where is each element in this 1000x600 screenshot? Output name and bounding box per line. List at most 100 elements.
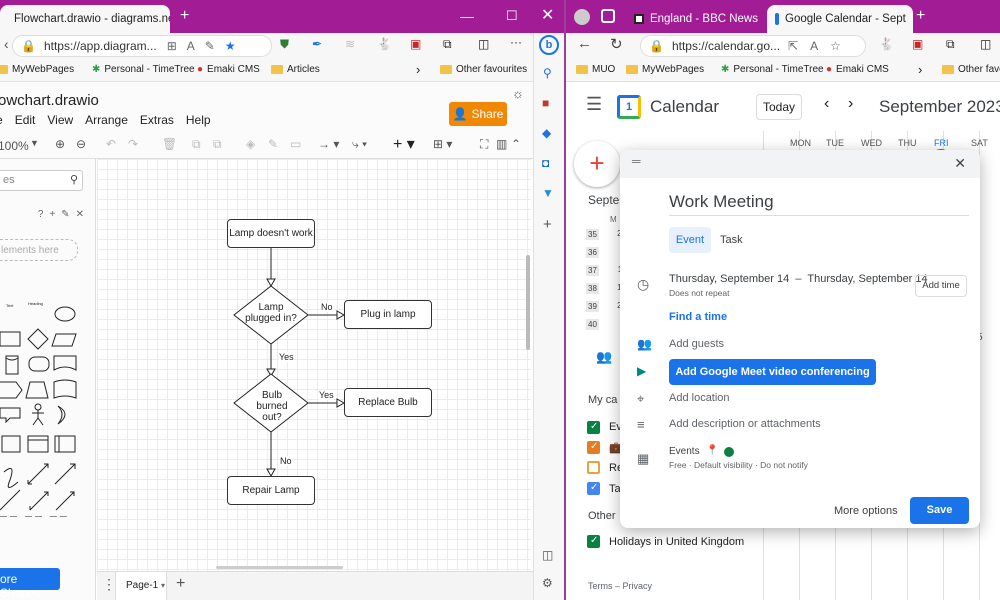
back-arrow-icon[interactable]: ← xyxy=(577,35,592,52)
calendar-color-dot[interactable] xyxy=(724,447,734,457)
url-field[interactable]: 🔒 https://calendar.go... ⇱ A ☆ xyxy=(640,35,866,57)
split-screen-icon[interactable]: ◫ xyxy=(980,37,991,51)
rabbit-icon[interactable]: 🐇 xyxy=(377,37,392,51)
event-title-input[interactable]: Work Meeting xyxy=(669,192,969,216)
pages-menu-icon[interactable]: ⋮ xyxy=(102,576,116,593)
flow-end[interactable]: Repair Lamp xyxy=(227,476,315,505)
close-icon[interactable]: ✕ xyxy=(76,209,84,220)
calendar-select[interactable]: Events xyxy=(669,446,700,457)
add-location-field[interactable]: Add location xyxy=(669,392,730,404)
edit-icon[interactable]: ✎ xyxy=(205,39,215,53)
favorite-star-icon[interactable]: ☆ xyxy=(830,39,841,53)
add-page-icon[interactable]: + xyxy=(176,575,185,593)
fullscreen-icon[interactable]: ⛶ xyxy=(480,137,488,152)
theme-icon[interactable]: ☼ xyxy=(512,86,524,101)
horizontal-scrollbar[interactable] xyxy=(216,566,343,569)
shape-search-input[interactable]: es ⚲ xyxy=(0,170,83,191)
url-field[interactable]: 🔒 https://app.diagram... ⊞ A ✎ ★ xyxy=(12,35,272,57)
search-people-icon[interactable]: 👥 xyxy=(596,349,612,365)
event-date-range[interactable]: Thursday, September 14 – Thursday, Septe… xyxy=(669,273,928,285)
edit-icon[interactable]: ✎ xyxy=(61,209,69,220)
puzzle-icon[interactable]: ⧉ xyxy=(443,37,452,52)
fill-color-icon[interactable]: ◈ xyxy=(246,137,255,151)
bing-icon[interactable]: b xyxy=(539,35,559,55)
menu-help[interactable]: Help xyxy=(186,113,211,127)
new-tab-icon[interactable]: + xyxy=(916,6,925,26)
maximize-icon[interactable]: ☐ xyxy=(506,6,518,26)
find-a-time-link[interactable]: Find a time xyxy=(669,311,727,323)
main-menu-icon[interactable]: ☰ xyxy=(586,94,602,115)
bookmark-muo[interactable]: MUO xyxy=(576,64,615,75)
bookmark-other[interactable]: Other favourites xyxy=(440,64,527,75)
open-app-icon[interactable]: ⇱ xyxy=(788,39,798,53)
shopping-icon[interactable]: ■ xyxy=(542,96,549,110)
dialog-drag-bar[interactable]: ═ ✕ xyxy=(620,150,980,178)
split-screen-icon[interactable]: ◫ xyxy=(478,37,489,51)
bookmark-other[interactable]: Other favo xyxy=(942,64,1000,75)
refresh-icon[interactable]: ↻ xyxy=(610,35,623,53)
menu-extras[interactable]: Extras xyxy=(140,113,174,127)
bookmark-mywebpages[interactable]: MyWebPages xyxy=(626,64,704,75)
rabbit-icon[interactable]: 🐇 xyxy=(879,37,894,51)
create-plus-icon[interactable]: + xyxy=(574,141,620,187)
bookmark-articles[interactable]: Articles xyxy=(271,64,320,75)
insert-plus-icon[interactable]: + ▾ xyxy=(393,134,415,154)
bookmark-timetree[interactable]: ✱ Personal - TimeTree xyxy=(721,64,824,75)
checkbox-tasks[interactable] xyxy=(587,482,600,495)
next-icon[interactable]: › xyxy=(848,95,853,113)
add-time-button[interactable]: Add time xyxy=(915,275,967,297)
read-aloud-icon[interactable]: A xyxy=(187,39,195,53)
tab-calendar[interactable]: Google Calendar - Sept ✕ xyxy=(767,5,913,33)
scratchpad-drop-area[interactable]: lements here xyxy=(0,239,78,261)
zoom-in-icon[interactable]: ⊕ xyxy=(55,137,65,151)
add-icon[interactable]: + xyxy=(49,209,55,220)
shape-palette[interactable]: Text Heading xyxy=(0,294,96,524)
today-button[interactable]: Today xyxy=(756,94,802,120)
checkbox-holidays[interactable] xyxy=(587,535,600,548)
more-shapes-button[interactable]: ore Shapes xyxy=(0,568,60,600)
tab-event[interactable]: Event xyxy=(669,227,711,253)
menu-view[interactable]: View xyxy=(47,113,73,127)
chevron-down-icon[interactable]: ▼ xyxy=(30,138,39,148)
close-tab-icon[interactable]: ✕ xyxy=(912,12,913,26)
bookmark-emaki[interactable]: ● Emaki CMS xyxy=(826,64,889,75)
games-icon[interactable]: ◆ xyxy=(542,126,551,140)
terms-privacy-link[interactable]: Terms – Privacy xyxy=(588,581,652,591)
more-options-button[interactable]: More options xyxy=(834,505,898,517)
chevron-down-icon[interactable]: ▾ xyxy=(161,581,165,590)
add-meet-button[interactable]: Add Google Meet video conferencing xyxy=(669,359,876,385)
tab-actions-icon[interactable] xyxy=(601,9,615,23)
add-guests-field[interactable]: Add guests xyxy=(669,338,724,350)
tab-bbc[interactable]: England - BBC News xyxy=(626,5,766,33)
todo-icon[interactable]: ▣ xyxy=(912,37,923,51)
close-window-icon[interactable]: ✕ xyxy=(541,6,554,26)
save-button[interactable]: Save xyxy=(910,497,969,524)
flow-replace-bulb[interactable]: Replace Bulb xyxy=(344,388,432,417)
calendar-item-tasks[interactable]: Ta xyxy=(609,483,621,495)
bookmark-mywebpages[interactable]: MyWebPages xyxy=(0,64,74,75)
zoom-select[interactable]: 100% xyxy=(0,139,29,153)
chevron-right-icon[interactable]: › xyxy=(416,62,420,77)
outlook-icon[interactable]: ◘ xyxy=(542,156,549,170)
checkbox-reminders[interactable] xyxy=(587,461,600,474)
search-icon[interactable]: ⚲ xyxy=(70,173,78,186)
page-tab-1[interactable]: Page-1 ▾ xyxy=(115,572,167,600)
calendar-item-holidays[interactable]: Holidays in United Kingdom xyxy=(609,536,744,548)
help-icon[interactable]: ? xyxy=(38,209,44,220)
connection-icon[interactable]: → ▾ xyxy=(318,137,339,151)
extension-icon[interactable]: ≋ xyxy=(345,37,355,51)
drop-icon[interactable]: ▼ xyxy=(542,186,554,200)
collapse-icon[interactable]: ⌃ xyxy=(511,137,521,151)
apps-icon[interactable]: ⊞ xyxy=(167,39,177,53)
new-tab-icon[interactable]: + xyxy=(180,6,189,26)
zoom-out-icon[interactable]: ⊖ xyxy=(76,137,86,151)
prev-icon[interactable]: ‹ xyxy=(824,95,829,113)
flow-plug-in[interactable]: Plug in lamp xyxy=(344,300,432,329)
tab-drawio[interactable]: Flowchart.drawio - diagrams.net ✕ xyxy=(0,5,170,33)
back-icon[interactable]: ‹ xyxy=(4,36,9,52)
menu-file[interactable]: e xyxy=(0,113,3,127)
to-back-icon[interactable]: ⧉ xyxy=(213,137,222,152)
menu-edit[interactable]: Edit xyxy=(15,113,36,127)
minimize-icon[interactable]: — xyxy=(460,6,474,26)
search-icon[interactable]: ⚲ xyxy=(543,66,552,80)
